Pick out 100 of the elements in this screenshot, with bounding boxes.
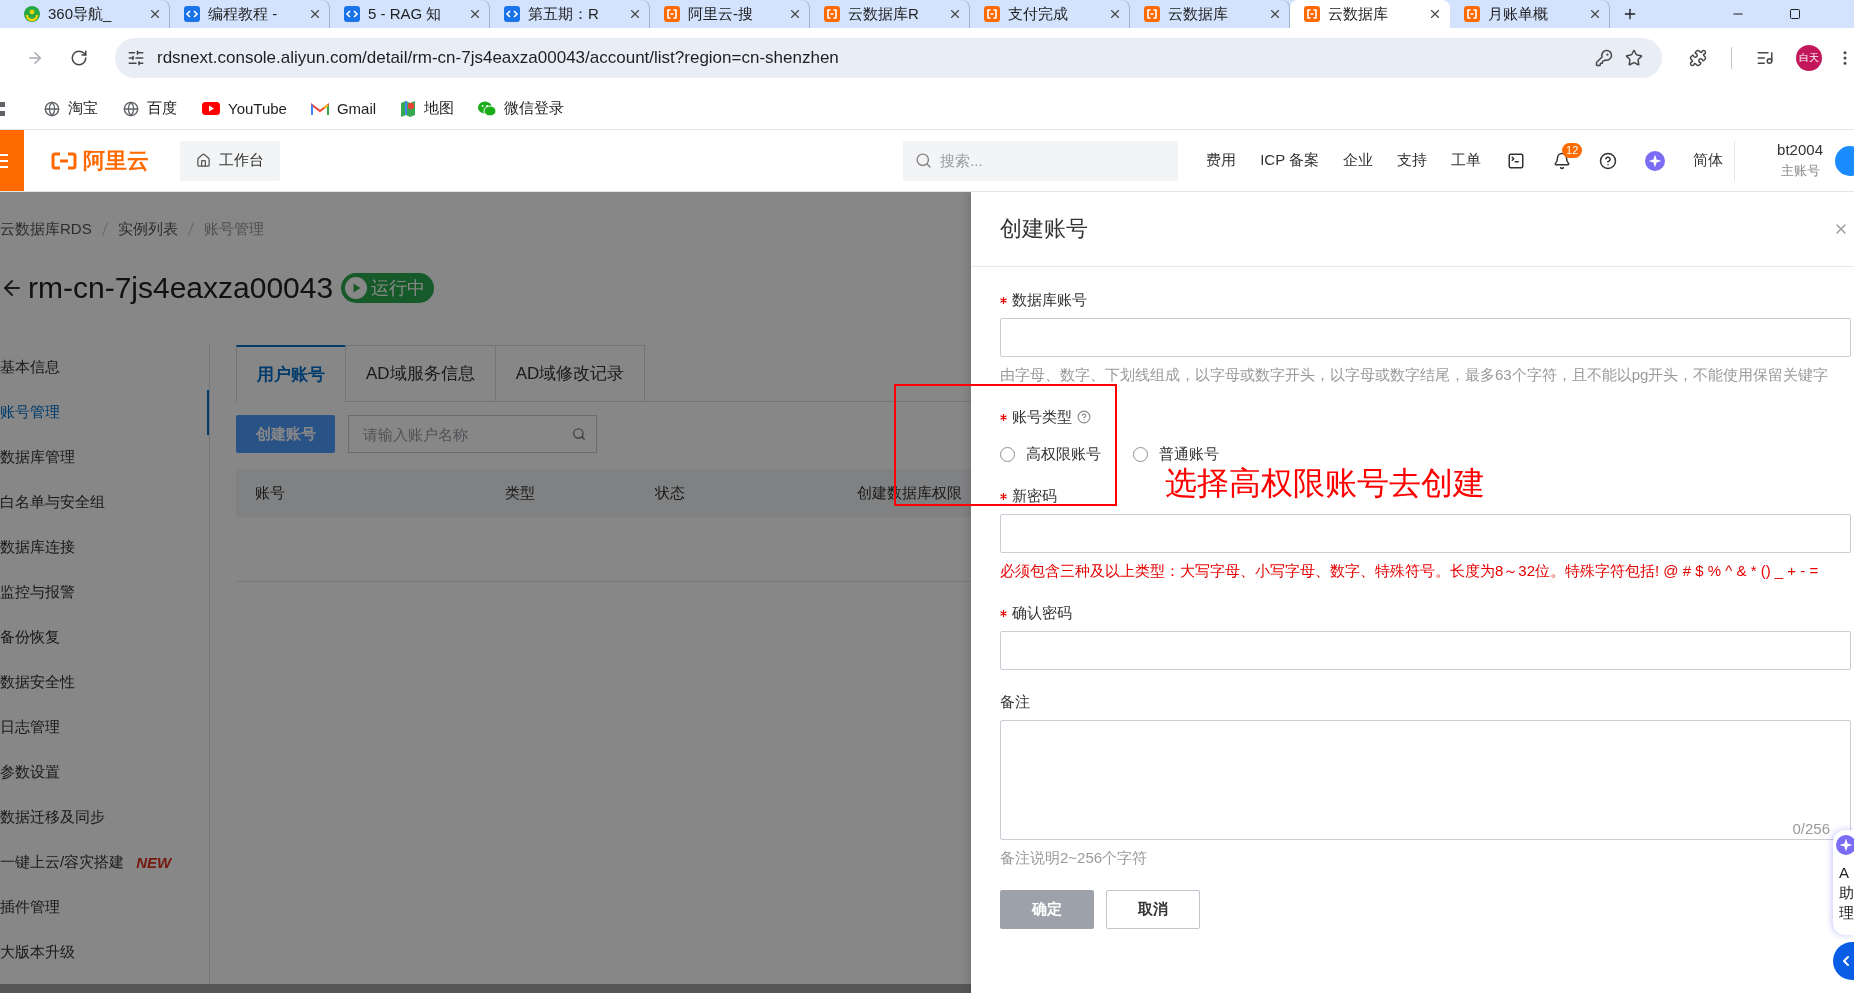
- browser-tab[interactable]: 编程教程 -: [170, 0, 330, 28]
- mail-logo-icon: [310, 101, 329, 116]
- sliders-icon[interactable]: [127, 49, 145, 67]
- nav-link[interactable]: 费用: [1206, 151, 1237, 170]
- play-logo-icon: [202, 102, 220, 115]
- code-icon: [504, 6, 520, 22]
- menu-button[interactable]: [0, 130, 24, 191]
- field-label: 数据库账号: [1012, 290, 1087, 310]
- sidebar-item[interactable]: 参数设置: [0, 750, 209, 795]
- cancel-button[interactable]: 取消: [1106, 890, 1200, 929]
- nav-link[interactable]: ICP 备案: [1260, 151, 1320, 170]
- assistant-panel[interactable]: A 助 理: [1833, 830, 1854, 935]
- browser-tab[interactable]: 云数据库R: [810, 0, 970, 28]
- reload-icon[interactable]: [70, 49, 88, 67]
- star-icon[interactable]: [1625, 49, 1643, 67]
- search-field[interactable]: 搜索...: [903, 140, 1179, 181]
- sidebar-item[interactable]: 监控与报警: [0, 570, 209, 615]
- close-icon[interactable]: [1108, 7, 1122, 21]
- nav-link[interactable]: 工单: [1451, 151, 1482, 170]
- maximize-icon[interactable]: [1789, 8, 1801, 20]
- sidebar-item[interactable]: 数据安全性: [0, 660, 209, 705]
- assistant-label: A: [1839, 863, 1849, 883]
- character-counter: 0/256: [1792, 820, 1830, 837]
- browser-tab[interactable]: 阿里云-搜: [650, 0, 810, 28]
- browser-tab[interactable]: 360导航_: [10, 0, 170, 28]
- sidebar-item[interactable]: 大版本升级: [0, 930, 209, 975]
- text-input[interactable]: [1000, 631, 1851, 670]
- nav-link[interactable]: 企业: [1343, 151, 1374, 170]
- round-logo-icon: [24, 6, 40, 22]
- browser-tab[interactable]: 云数据库: [1290, 0, 1450, 28]
- language-link[interactable]: 简体: [1693, 151, 1724, 170]
- browser-tab[interactable]: 支付完成: [970, 0, 1130, 28]
- close-icon[interactable]: [308, 7, 322, 21]
- assistant-label: 助: [1839, 883, 1854, 903]
- radio-button[interactable]: [1133, 446, 1148, 462]
- sidebar-item[interactable]: 插件管理: [0, 885, 209, 930]
- grid-icon[interactable]: [0, 101, 6, 116]
- sparkle-icon[interactable]: [1645, 150, 1666, 171]
- bracket-logo-icon: [1144, 6, 1160, 22]
- logo-icon[interactable]: [51, 151, 77, 170]
- hint-text: 由字母、数字、下划线组成，以字母或数字开头，以字母或数字结尾，最多63个字符，且不能以pg开头，不能使用保留关键字: [1000, 365, 1829, 385]
- puzzle-icon[interactable]: [1689, 49, 1707, 67]
- breadcrumb-link[interactable]: 云数据库RDS: [0, 219, 92, 239]
- key-icon[interactable]: [1595, 49, 1613, 67]
- close-icon[interactable]: [468, 7, 482, 21]
- radio-option[interactable]: 普通账号: [1133, 444, 1219, 464]
- sidebar-item[interactable]: 一键上云/容灾搭建 NEW: [0, 840, 209, 885]
- sidebar-item[interactable]: 基本信息: [0, 345, 209, 390]
- text-input[interactable]: [1000, 318, 1851, 357]
- terminal-icon[interactable]: [1507, 151, 1526, 170]
- bookmark-link[interactable]: 淘宝: [44, 99, 98, 118]
- breadcrumb-link[interactable]: 实例列表: [117, 219, 178, 239]
- close-icon[interactable]: [1588, 7, 1602, 21]
- chat-bubbles-icon: [478, 100, 497, 117]
- close-icon[interactable]: [628, 7, 642, 21]
- bookmark-link[interactable]: 微信登录: [478, 99, 565, 118]
- browser-tab[interactable]: 5 - RAG 知: [330, 0, 490, 28]
- close-icon[interactable]: [788, 7, 802, 21]
- bookmark-link[interactable]: 百度: [123, 99, 177, 118]
- radio-option[interactable]: 高权限账号: [1000, 444, 1101, 464]
- nav-link[interactable]: 支持: [1397, 151, 1428, 170]
- assistant-label: 理: [1839, 903, 1854, 923]
- bookmark-link[interactable]: Gmail: [310, 100, 377, 117]
- sparkle-icon: [1836, 835, 1854, 855]
- bookmark-link[interactable]: 地图: [400, 99, 455, 118]
- tab[interactable]: AD域修改记录: [494, 345, 646, 401]
- radio-button[interactable]: [1000, 446, 1015, 462]
- bookmark-link[interactable]: YouTube: [202, 100, 287, 117]
- user-name[interactable]: bt2004: [1777, 141, 1823, 158]
- annotation-text: 选择高权限账号去创建: [1165, 464, 1485, 503]
- sidebar-item[interactable]: 备份恢复: [0, 615, 209, 660]
- sidebar-item[interactable]: 数据迁移及同步: [0, 795, 209, 840]
- column-header: 状态: [655, 483, 685, 503]
- close-icon[interactable]: [1268, 7, 1282, 21]
- user-role: 主账号: [1780, 162, 1820, 180]
- drawer-title: 创建账号: [1000, 215, 1088, 243]
- sidebar-item[interactable]: 日志管理: [0, 705, 209, 750]
- browser-tab[interactable]: 月账单概: [1450, 0, 1610, 28]
- sidebar-item[interactable]: 数据库连接: [0, 525, 209, 570]
- browser-tab[interactable]: 云数据库: [1130, 0, 1290, 28]
- close-icon[interactable]: [1428, 7, 1442, 21]
- sidebar-item[interactable]: 白名单与安全组: [0, 480, 209, 525]
- menu-icon: [0, 153, 8, 168]
- bracket-logo-icon: [1464, 6, 1480, 22]
- search-icon[interactable]: [572, 427, 586, 441]
- globe-icon: [44, 100, 60, 117]
- globe-icon: [123, 100, 139, 117]
- workbench-button[interactable]: 工作台: [180, 140, 280, 181]
- text-input[interactable]: [1000, 514, 1851, 553]
- browser-tab[interactable]: 第五期：R: [490, 0, 650, 28]
- help-icon[interactable]: [1599, 151, 1618, 170]
- profile-button[interactable]: 白天: [1796, 45, 1822, 71]
- sidebar-item[interactable]: 数据库管理: [0, 435, 209, 480]
- close-icon[interactable]: [148, 7, 162, 21]
- avatar[interactable]: [1835, 145, 1854, 176]
- bracket-logo-icon: [824, 6, 840, 22]
- close-icon[interactable]: [948, 7, 962, 21]
- media-list-icon[interactable]: [1756, 49, 1774, 67]
- plus-icon[interactable]: [1622, 6, 1638, 22]
- address-bar[interactable]: rdsnext.console.aliyun.com/detail/rm-cn-7js4eaxza00043/account/list?region=cn-shenzhen: [115, 38, 1662, 78]
